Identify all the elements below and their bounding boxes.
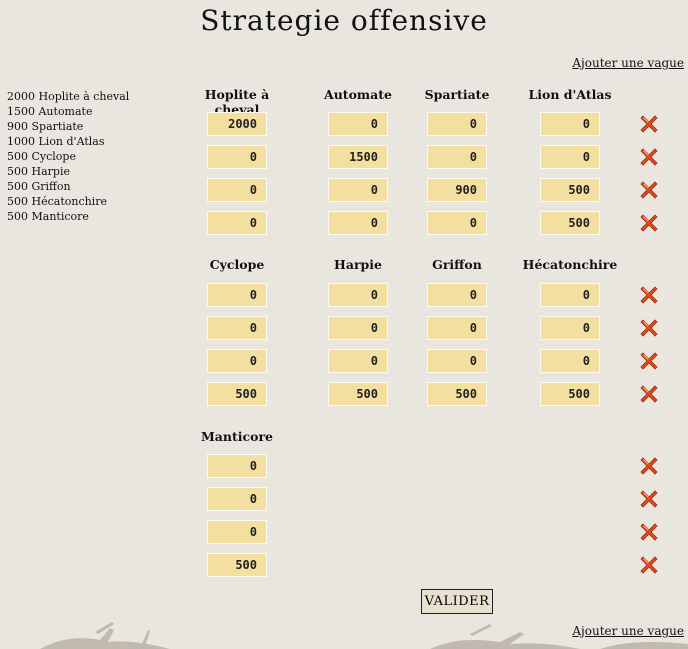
delete-row-icon[interactable] <box>639 114 659 134</box>
column-header: Griffon <box>432 257 482 272</box>
submit-button[interactable]: VALIDER <box>421 589 493 614</box>
unit-quantity-field[interactable]: 900 <box>427 178 487 202</box>
unit-quantity-field[interactable]: 0 <box>207 178 267 202</box>
delete-row-icon[interactable] <box>639 456 659 476</box>
column-header: Manticore <box>200 429 274 444</box>
unit-quantity-field[interactable]: 0 <box>328 178 388 202</box>
unit-quantity-field[interactable]: 500 <box>540 382 600 406</box>
delete-row-icon[interactable] <box>639 522 659 542</box>
column-header: Lion d'Atlas <box>528 87 612 102</box>
unit-quantity-field[interactable]: 1500 <box>328 145 388 169</box>
summary-line: 500 Griffon <box>7 180 71 193</box>
unit-quantity-field[interactable]: 0 <box>207 211 267 235</box>
troop-summary: 2000 Hoplite à cheval 1500 Automate 900 … <box>7 89 129 224</box>
unit-quantity-field[interactable]: 0 <box>207 316 267 340</box>
unit-quantity-field[interactable]: 0 <box>328 349 388 373</box>
unit-quantity-field[interactable]: 0 <box>207 145 267 169</box>
unit-quantity-field[interactable]: 0 <box>207 487 267 511</box>
unit-quantity-field[interactable]: 0 <box>540 316 600 340</box>
delete-row-icon[interactable] <box>639 489 659 509</box>
unit-quantity-field[interactable]: 0 <box>427 283 487 307</box>
add-wave-link-top[interactable]: Ajouter une vague <box>572 56 684 70</box>
decorative-battle-silhouette <box>40 622 688 649</box>
column-header: Automate <box>324 87 392 102</box>
summary-line: 900 Spartiate <box>7 120 84 133</box>
unit-quantity-field[interactable]: 0 <box>328 211 388 235</box>
unit-quantity-field[interactable]: 500 <box>540 178 600 202</box>
unit-quantity-field[interactable]: 0 <box>540 112 600 136</box>
unit-quantity-field[interactable]: 0 <box>328 112 388 136</box>
delete-row-icon[interactable] <box>639 213 659 233</box>
column-header: Spartiate <box>424 87 490 102</box>
unit-quantity-field[interactable]: 0 <box>207 454 267 478</box>
delete-row-icon[interactable] <box>639 318 659 338</box>
delete-row-icon[interactable] <box>639 180 659 200</box>
unit-quantity-field[interactable]: 0 <box>427 349 487 373</box>
unit-quantity-field[interactable]: 0 <box>328 316 388 340</box>
unit-quantity-field[interactable]: 0 <box>328 283 388 307</box>
unit-quantity-field[interactable]: 0 <box>540 349 600 373</box>
column-header: Hécatonchire <box>522 257 618 272</box>
column-header: Cyclope <box>209 257 265 272</box>
unit-quantity-field[interactable]: 0 <box>207 283 267 307</box>
page-title: Strategie offensive <box>200 4 488 37</box>
unit-quantity-field[interactable]: 0 <box>427 145 487 169</box>
summary-line: 500 Hécatonchire <box>7 195 107 208</box>
unit-quantity-field[interactable]: 500 <box>207 382 267 406</box>
delete-row-icon[interactable] <box>639 384 659 404</box>
summary-line: 500 Cyclope <box>7 150 76 163</box>
unit-quantity-field[interactable]: 0 <box>540 283 600 307</box>
summary-line: 500 Harpie <box>7 165 70 178</box>
unit-quantity-field[interactable]: 500 <box>207 553 267 577</box>
summary-line: 500 Manticore <box>7 210 89 223</box>
unit-quantity-field[interactable]: 2000 <box>207 112 267 136</box>
unit-quantity-field[interactable]: 0 <box>427 211 487 235</box>
summary-line: 1500 Automate <box>7 105 93 118</box>
delete-row-icon[interactable] <box>639 285 659 305</box>
column-header: Harpie <box>334 257 382 272</box>
unit-quantity-field[interactable]: 0 <box>540 145 600 169</box>
delete-row-icon[interactable] <box>639 351 659 371</box>
summary-line: 1000 Lion d'Atlas <box>7 135 105 148</box>
unit-quantity-field[interactable]: 500 <box>328 382 388 406</box>
unit-quantity-field[interactable]: 0 <box>427 316 487 340</box>
unit-quantity-field[interactable]: 0 <box>207 349 267 373</box>
summary-line: 2000 Hoplite à cheval <box>7 90 130 103</box>
unit-quantity-field[interactable]: 500 <box>540 211 600 235</box>
unit-quantity-field[interactable]: 0 <box>207 520 267 544</box>
delete-row-icon[interactable] <box>639 147 659 167</box>
unit-quantity-field[interactable]: 0 <box>427 112 487 136</box>
delete-row-icon[interactable] <box>639 555 659 575</box>
unit-quantity-field[interactable]: 500 <box>427 382 487 406</box>
